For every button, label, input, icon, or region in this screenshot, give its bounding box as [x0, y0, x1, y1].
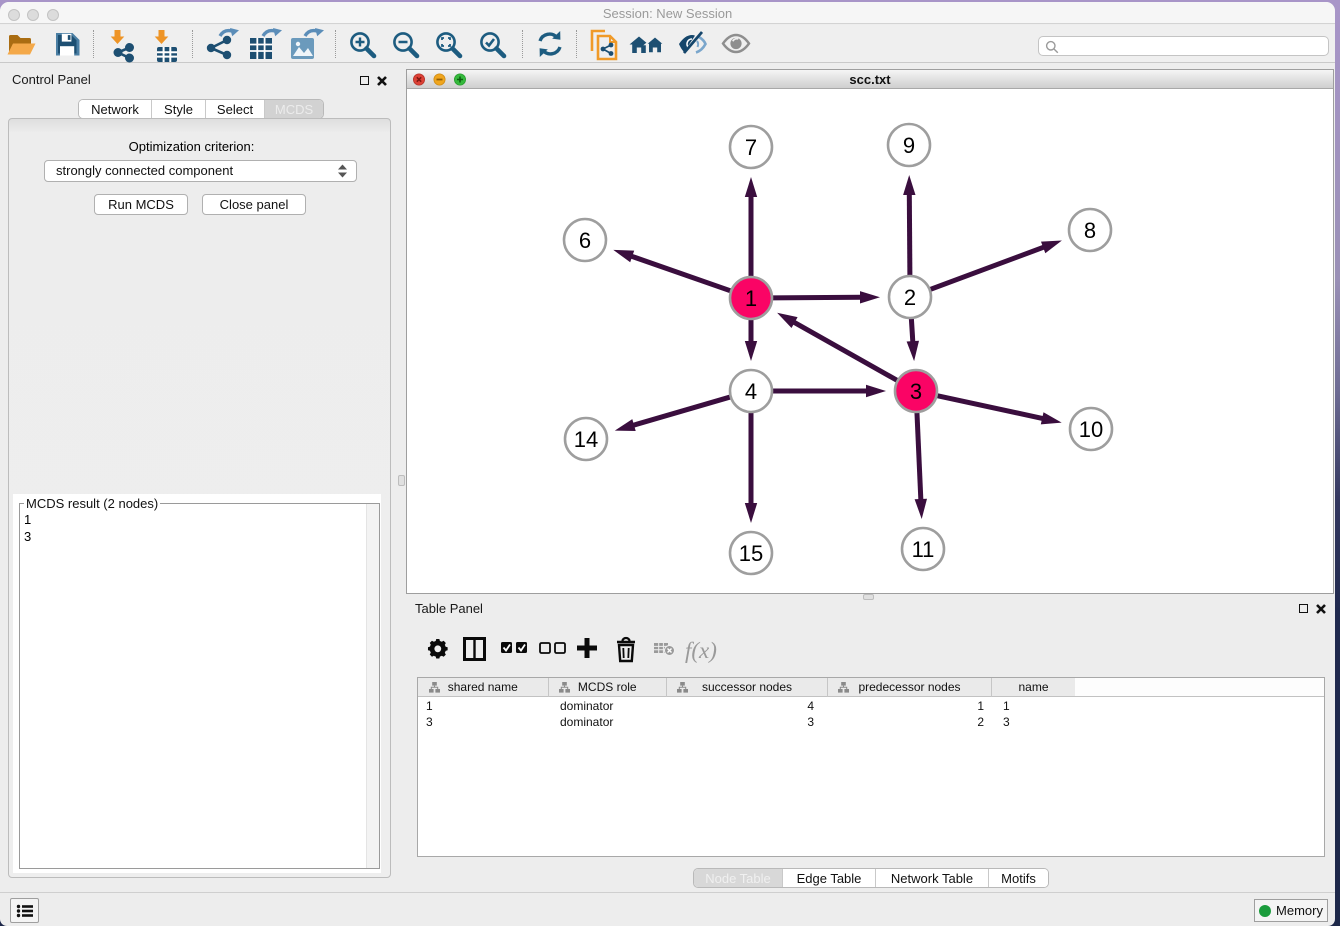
svg-text:1: 1 — [745, 286, 757, 311]
svg-text:7: 7 — [745, 135, 757, 160]
svg-text:6: 6 — [579, 228, 591, 253]
svg-text:15: 15 — [739, 541, 763, 566]
svg-text:10: 10 — [1079, 417, 1103, 442]
svg-text:4: 4 — [745, 379, 757, 404]
svg-text:8: 8 — [1084, 218, 1096, 243]
svg-text:f(x): f(x) — [685, 638, 717, 663]
svg-text:3: 3 — [910, 379, 922, 404]
svg-text:11: 11 — [912, 537, 935, 562]
svg-text:2: 2 — [904, 285, 916, 310]
svg-text:14: 14 — [574, 427, 598, 452]
svg-text:9: 9 — [903, 133, 915, 158]
